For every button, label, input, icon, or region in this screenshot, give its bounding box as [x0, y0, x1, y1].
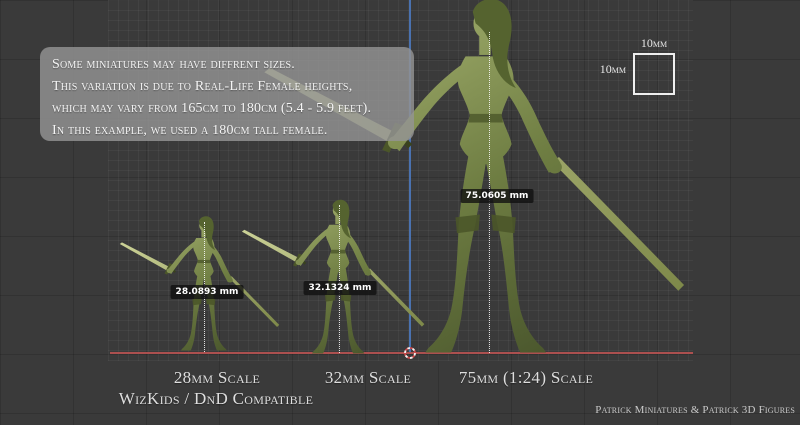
watermark: Patrick Miniatures & Patrick 3D Figures — [595, 404, 795, 416]
scale-label-28mm: 28mm Scale — [174, 368, 260, 388]
info-line-3: which may vary from 165cm to 180cm (5.4 … — [52, 98, 402, 120]
scale-label-32mm: 32mm Scale — [325, 368, 411, 388]
info-line-2: This variation is due to Real-Life Femal… — [52, 76, 402, 98]
scale-reference-square — [633, 53, 675, 95]
scale-reference-height-label: 10mm — [590, 62, 626, 76]
info-box: Some miniatures may have diffrent sizes.… — [40, 47, 414, 141]
compatibility-label-28mm: WizKids / DnD Compatible — [119, 389, 313, 409]
measurement-label-75mm: 75.0605 mm — [461, 189, 534, 203]
measurement-label-28mm: 28.0893 mm — [171, 285, 244, 299]
scale-label-75mm: 75mm (1:24) Scale — [459, 368, 593, 388]
info-line-1: Some miniatures may have diffrent sizes. — [52, 54, 402, 76]
info-line-4: In this example, we used a 180cm tall fe… — [52, 120, 402, 142]
measure-line-32mm — [339, 205, 340, 353]
measurement-label-32mm: 32.1324 mm — [304, 281, 377, 295]
scale-reference-width-label: 10mm — [633, 36, 675, 50]
3d-viewport[interactable]: 28.0893 mm 32.1324 mm 75.0605 mm Some mi… — [0, 0, 800, 425]
3d-cursor-icon[interactable] — [402, 345, 418, 361]
